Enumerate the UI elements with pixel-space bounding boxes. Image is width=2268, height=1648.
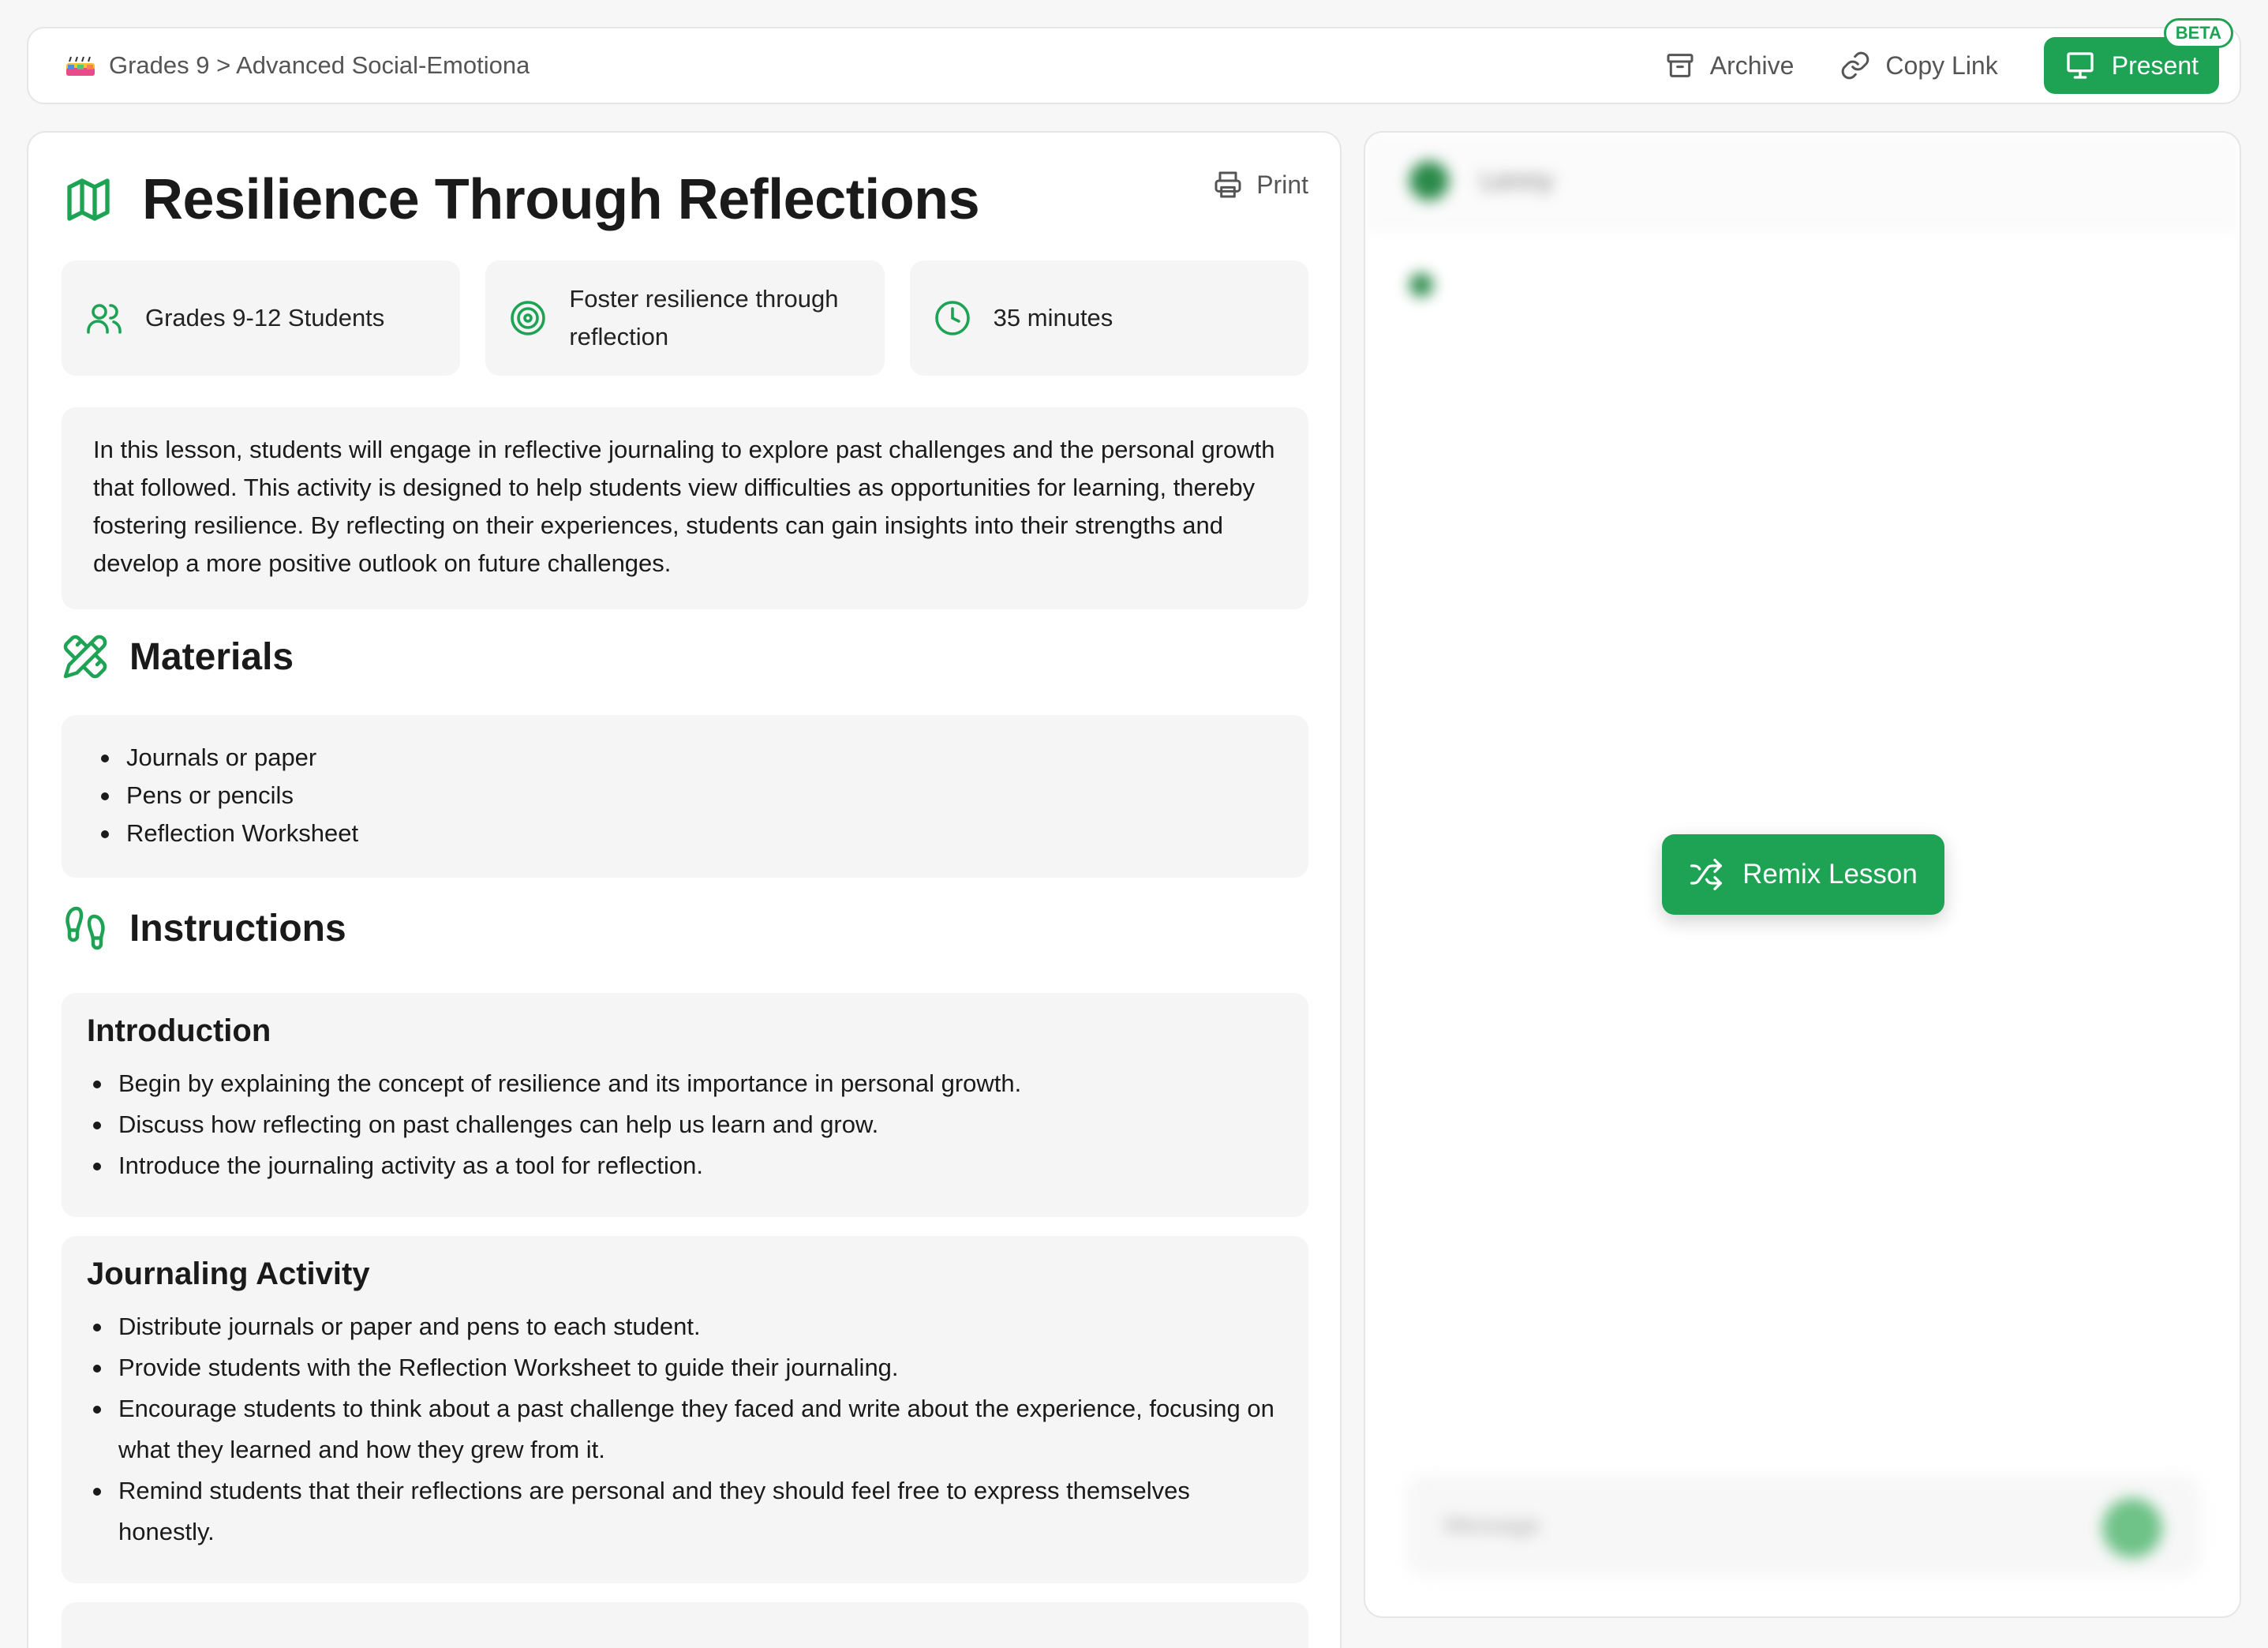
send-button[interactable] [2102, 1498, 2162, 1558]
archive-icon [1667, 54, 1694, 77]
list-item: Provide students with the Reflection Wor… [87, 1347, 1283, 1388]
users-icon [87, 304, 122, 334]
breadcrumb-text: Grades 9 > Advanced Social-Emotiona [109, 51, 530, 79]
shuffle-icon [1690, 859, 1723, 890]
message-input[interactable]: Message [1405, 1474, 2202, 1577]
assistant-avatar [1409, 161, 1449, 200]
section-title: Journaling Activity [87, 1257, 370, 1291]
pencil-ruler-icon [63, 635, 107, 679]
material-item: Pens or pencils [93, 777, 1277, 815]
objective-line-2: reflection [569, 323, 669, 350]
lesson-panel: Resilience Through Reflections Print Gra… [27, 131, 1342, 1648]
assistant-name: Lenny [1480, 165, 1554, 196]
audience-text: Grades 9-12 Students [145, 304, 385, 331]
list-item: Begin by explaining the concept of resil… [87, 1063, 1283, 1104]
breadcrumb[interactable]: Grades 9 > Advanced Social-Emotiona [65, 51, 554, 80]
typing-indicator [1409, 273, 1433, 297]
list-item: Distribute journals or paper and pens to… [87, 1306, 1283, 1347]
presentation-icon [2067, 52, 2094, 79]
material-item: Reflection Worksheet [93, 815, 1277, 852]
footprints-icon [65, 906, 105, 950]
instruction-section-journaling: Journaling Activity Distribute journals … [62, 1236, 1308, 1583]
duration-card: 35 minutes [909, 260, 1308, 376]
print-label: Print [1256, 170, 1308, 199]
lesson-description: In this lesson, students will engage in … [62, 407, 1308, 609]
archive-label: Archive [1709, 51, 1795, 80]
lesson-title: Resilience Through Reflections [142, 168, 980, 231]
instructions-heading: Instructions [62, 905, 346, 952]
instructions-title: Instructions [129, 907, 346, 949]
present-label: Present [2111, 51, 2199, 80]
duration-text: 35 minutes [993, 304, 1113, 331]
archive-button[interactable]: Archive [1664, 50, 1795, 81]
objective-text: Foster resilience through reflection [569, 280, 838, 356]
beta-badge: BETA [2163, 18, 2233, 48]
material-item: Journals or paper [93, 739, 1277, 777]
map-icon [67, 178, 110, 221]
link-icon [1842, 51, 1869, 80]
materials-heading: Materials [62, 633, 294, 680]
objective-card: Foster resilience through reflection [485, 260, 885, 376]
instruction-section-next [62, 1602, 1308, 1648]
instruction-section-introduction: Introduction Begin by explaining the con… [62, 993, 1308, 1217]
remix-lesson-button[interactable]: Remix Lesson [1662, 834, 1944, 915]
list-item: Remind students that their reflections a… [87, 1470, 1283, 1552]
list-item: Encourage students to think about a past… [87, 1388, 1283, 1470]
top-bar: Grades 9 > Advanced Social-Emotiona Arch… [27, 18, 2241, 104]
materials-title: Materials [129, 635, 294, 678]
printer-icon [1214, 171, 1241, 198]
remix-label: Remix Lesson [1742, 859, 1918, 890]
chat-header: Lenny [1365, 133, 2240, 230]
clock-icon [934, 301, 970, 335]
audience-card: Grades 9-12 Students [62, 260, 461, 376]
copy-link-label: Copy Link [1885, 51, 1998, 80]
list-item: Discuss how reflecting on past challenge… [87, 1104, 1283, 1145]
list-item: Introduce the journaling activity as a t… [87, 1145, 1283, 1186]
app-logo-icon [66, 56, 95, 76]
target-icon [511, 301, 546, 335]
copy-link-button[interactable]: Copy Link [1839, 50, 1998, 81]
section-title: Introduction [87, 1013, 271, 1048]
objective-line-1: Foster resilience through [569, 285, 839, 313]
materials-list: Journals or paper Pens or pencils Reflec… [62, 715, 1308, 878]
message-placeholder: Message [1444, 1512, 1540, 1538]
print-button[interactable]: Print [1212, 169, 1308, 200]
